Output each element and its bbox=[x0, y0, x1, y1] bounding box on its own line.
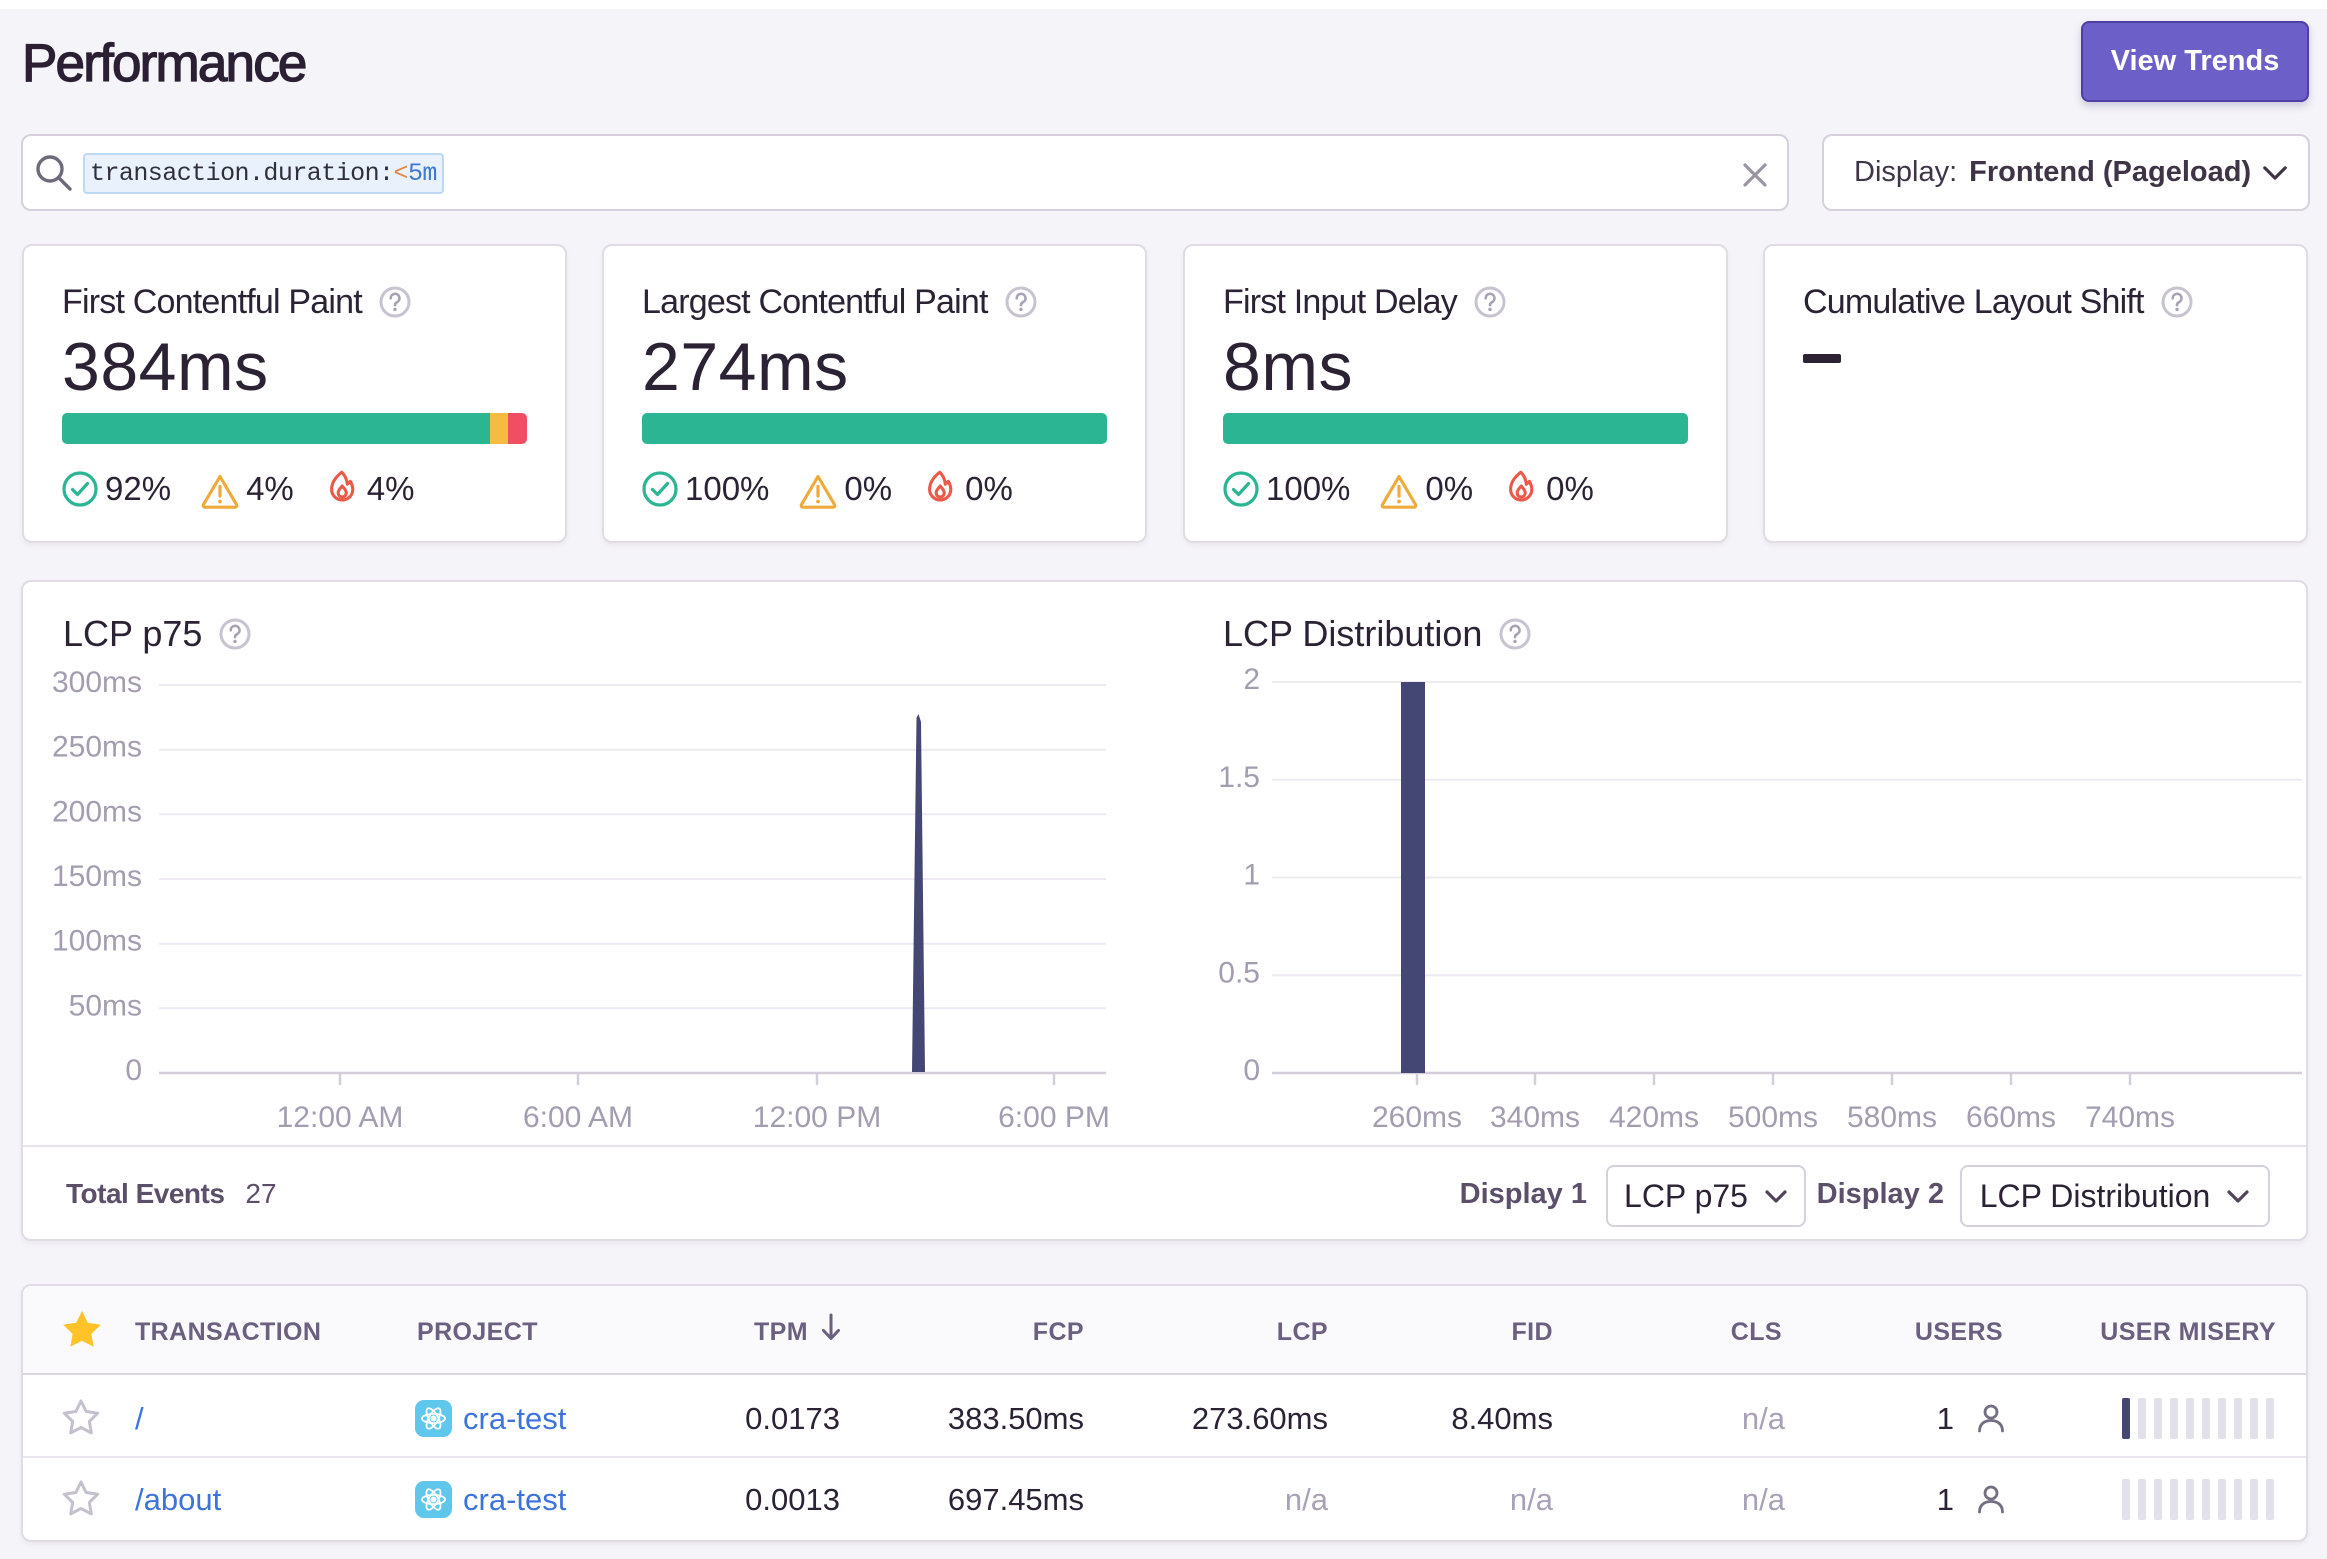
svg-text:12:00 AM: 12:00 AM bbox=[277, 1101, 404, 1134]
svg-text:580ms: 580ms bbox=[1847, 1101, 1937, 1134]
svg-text:660ms: 660ms bbox=[1966, 1101, 2056, 1134]
svg-text:250ms: 250ms bbox=[52, 731, 142, 764]
svg-text:6:00 PM: 6:00 PM bbox=[998, 1101, 1110, 1134]
svg-text:340ms: 340ms bbox=[1490, 1101, 1580, 1134]
svg-text:420ms: 420ms bbox=[1609, 1101, 1699, 1134]
svg-text:300ms: 300ms bbox=[52, 666, 142, 699]
svg-text:740ms: 740ms bbox=[2085, 1101, 2175, 1134]
svg-text:500ms: 500ms bbox=[1728, 1101, 1818, 1134]
svg-text:2: 2 bbox=[1243, 663, 1260, 696]
svg-text:200ms: 200ms bbox=[52, 795, 142, 828]
svg-text:0: 0 bbox=[125, 1054, 142, 1087]
svg-text:150ms: 150ms bbox=[52, 860, 142, 893]
svg-text:1: 1 bbox=[1243, 859, 1260, 892]
svg-text:0: 0 bbox=[1243, 1054, 1260, 1087]
svg-text:12:00 PM: 12:00 PM bbox=[753, 1101, 881, 1134]
svg-text:1.5: 1.5 bbox=[1218, 761, 1260, 794]
svg-text:50ms: 50ms bbox=[69, 989, 142, 1022]
svg-text:100ms: 100ms bbox=[52, 925, 142, 958]
svg-text:0.5: 0.5 bbox=[1218, 956, 1260, 989]
svg-text:260ms: 260ms bbox=[1372, 1101, 1462, 1134]
svg-text:6:00 AM: 6:00 AM bbox=[523, 1101, 633, 1134]
